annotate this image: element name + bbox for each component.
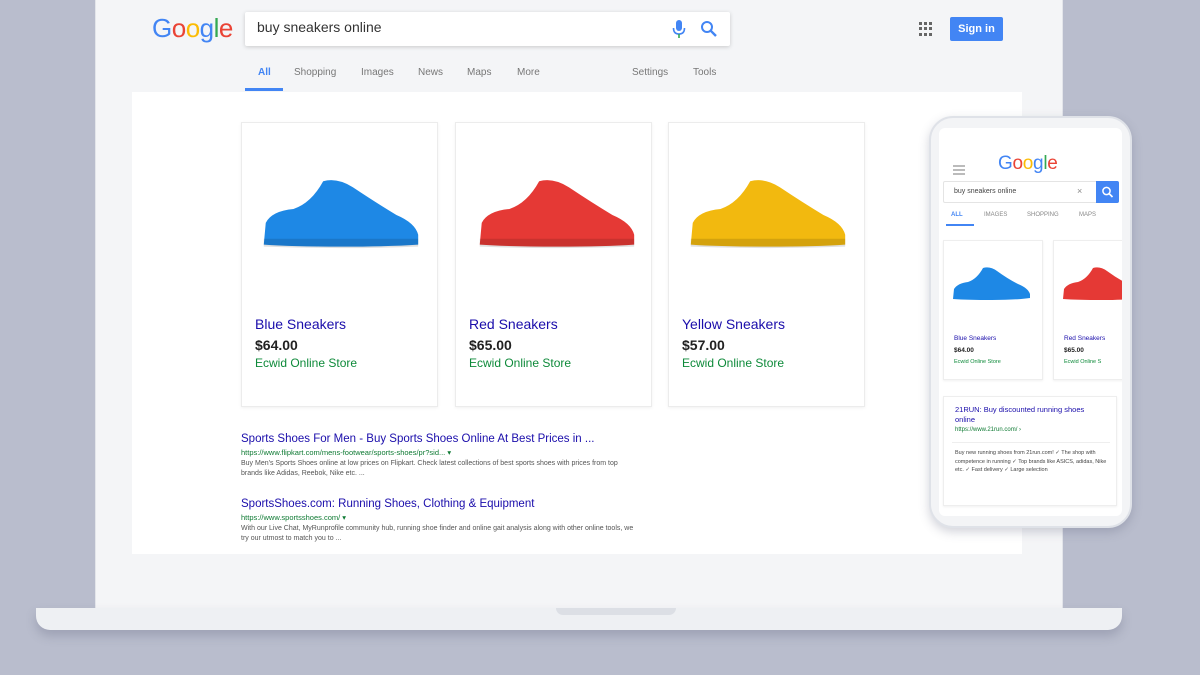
search-input[interactable] bbox=[257, 19, 657, 35]
tab-all[interactable]: All bbox=[258, 67, 271, 78]
result-title-link[interactable]: 21RUN: Buy discounted running shoes onli… bbox=[955, 405, 1105, 425]
apps-grid-icon[interactable] bbox=[919, 22, 933, 36]
mobile-active-tab-indicator bbox=[946, 224, 974, 226]
tab-shopping[interactable]: Shopping bbox=[294, 67, 336, 78]
logo-letter: o bbox=[185, 13, 200, 43]
sneaker-image bbox=[1063, 267, 1122, 300]
search-icon[interactable] bbox=[700, 20, 718, 38]
logo-letter: g bbox=[199, 13, 214, 43]
product-card-red[interactable]: Red Sneakers $65.00 Ecwid Online Store bbox=[455, 122, 652, 407]
phone-mockup: Google buy sneakers online × ALL IMAGES … bbox=[929, 116, 1132, 528]
divider bbox=[952, 442, 1110, 443]
mobile-tab-all[interactable]: ALL bbox=[951, 212, 963, 218]
logo-letter: g bbox=[1033, 153, 1044, 174]
logo-letter: o bbox=[1022, 153, 1034, 174]
tab-more[interactable]: More bbox=[517, 67, 540, 78]
hamburger-menu-icon[interactable] bbox=[953, 165, 965, 175]
search-box bbox=[245, 12, 730, 46]
product-title[interactable]: Blue Sneakers bbox=[255, 316, 346, 332]
mobile-search-box[interactable]: buy sneakers online × bbox=[943, 181, 1119, 203]
mobile-product-card[interactable]: Red Sneakers $65.00 Ecwid Online S bbox=[1053, 240, 1122, 380]
result-snippet: With our Live Chat, MyRunprofile communi… bbox=[241, 525, 634, 542]
product-title[interactable]: Red Sneakers bbox=[1064, 335, 1105, 342]
mic-icon[interactable] bbox=[672, 20, 686, 38]
sneaker-image bbox=[953, 267, 1030, 300]
product-price: $65.00 bbox=[1064, 347, 1084, 354]
product-title[interactable]: Blue Sneakers bbox=[954, 335, 996, 342]
product-title[interactable]: Yellow Sneakers bbox=[682, 316, 785, 332]
sneaker-image bbox=[690, 180, 846, 249]
sneaker-image bbox=[263, 180, 419, 249]
product-store: Ecwid Online Store bbox=[954, 359, 1001, 365]
result-url[interactable]: https://www.21run.com/ › bbox=[955, 427, 1021, 433]
mobile-search-result: 21RUN: Buy discounted running shoes onli… bbox=[943, 396, 1117, 506]
result-snippet: Buy Men's Sports Shoes online at low pri… bbox=[241, 460, 618, 477]
product-price: $65.00 bbox=[469, 337, 512, 353]
mobile-search-button[interactable] bbox=[1096, 181, 1119, 203]
search-result: Sports Shoes For Men - Buy Sports Shoes … bbox=[241, 433, 641, 479]
product-price: $64.00 bbox=[954, 347, 974, 354]
active-tab-indicator bbox=[245, 88, 283, 91]
logo-letter: G bbox=[152, 13, 172, 43]
product-store: Ecwid Online S bbox=[1064, 359, 1102, 365]
product-store: Ecwid Online Store bbox=[682, 356, 785, 370]
logo-letter: e bbox=[218, 13, 233, 43]
product-store: Ecwid Online Store bbox=[469, 356, 572, 370]
product-price: $64.00 bbox=[255, 337, 298, 353]
tab-settings[interactable]: Settings bbox=[632, 67, 668, 78]
search-icon bbox=[1102, 186, 1114, 198]
result-title-link[interactable]: SportsShoes.com: Running Shoes, Clothing… bbox=[241, 498, 641, 510]
product-card-yellow[interactable]: Yellow Sneakers $57.00 Ecwid Online Stor… bbox=[668, 122, 865, 407]
sneaker-image bbox=[479, 180, 635, 249]
mobile-tab-maps[interactable]: MAPS bbox=[1079, 212, 1096, 218]
product-title[interactable]: Red Sneakers bbox=[469, 316, 558, 332]
tab-maps[interactable]: Maps bbox=[467, 67, 491, 78]
tab-news[interactable]: News bbox=[418, 67, 443, 78]
mobile-tab-images[interactable]: IMAGES bbox=[984, 212, 1007, 218]
tab-tools[interactable]: Tools bbox=[693, 67, 716, 78]
result-url[interactable]: https://www.flipkart.com/mens-footwear/s… bbox=[241, 448, 641, 457]
product-price: $57.00 bbox=[682, 337, 725, 353]
google-logo[interactable]: Google bbox=[152, 13, 233, 44]
laptop-notch bbox=[556, 608, 676, 615]
mobile-tab-shopping[interactable]: SHOPPING bbox=[1027, 212, 1059, 218]
clear-icon[interactable]: × bbox=[1077, 186, 1082, 196]
mobile-search-input[interactable]: buy sneakers online bbox=[954, 188, 1016, 195]
logo-letter: o bbox=[1012, 153, 1023, 174]
mobile-product-card[interactable]: Blue Sneakers $64.00 Ecwid Online Store bbox=[943, 240, 1043, 380]
product-store: Ecwid Online Store bbox=[255, 356, 358, 370]
product-card-blue[interactable]: Blue Sneakers $64.00 Ecwid Online Store bbox=[241, 122, 438, 407]
logo-letter: G bbox=[998, 153, 1013, 174]
result-title-link[interactable]: Sports Shoes For Men - Buy Sports Shoes … bbox=[241, 433, 641, 445]
google-logo-mobile[interactable]: Google bbox=[998, 153, 1058, 175]
logo-letter: e bbox=[1047, 153, 1058, 174]
result-url[interactable]: https://www.sportsshoes.com/ ▾ bbox=[241, 513, 641, 522]
laptop-base bbox=[36, 608, 1122, 630]
tab-images[interactable]: Images bbox=[361, 67, 394, 78]
search-result: SportsShoes.com: Running Shoes, Clothing… bbox=[241, 498, 641, 544]
sign-in-button[interactable]: Sign in bbox=[950, 17, 1003, 41]
logo-letter: o bbox=[171, 13, 186, 43]
result-snippet: Buy new running shoes from 21run.com! ✓ … bbox=[955, 450, 1107, 473]
phone-screen: Google buy sneakers online × ALL IMAGES … bbox=[939, 128, 1122, 516]
